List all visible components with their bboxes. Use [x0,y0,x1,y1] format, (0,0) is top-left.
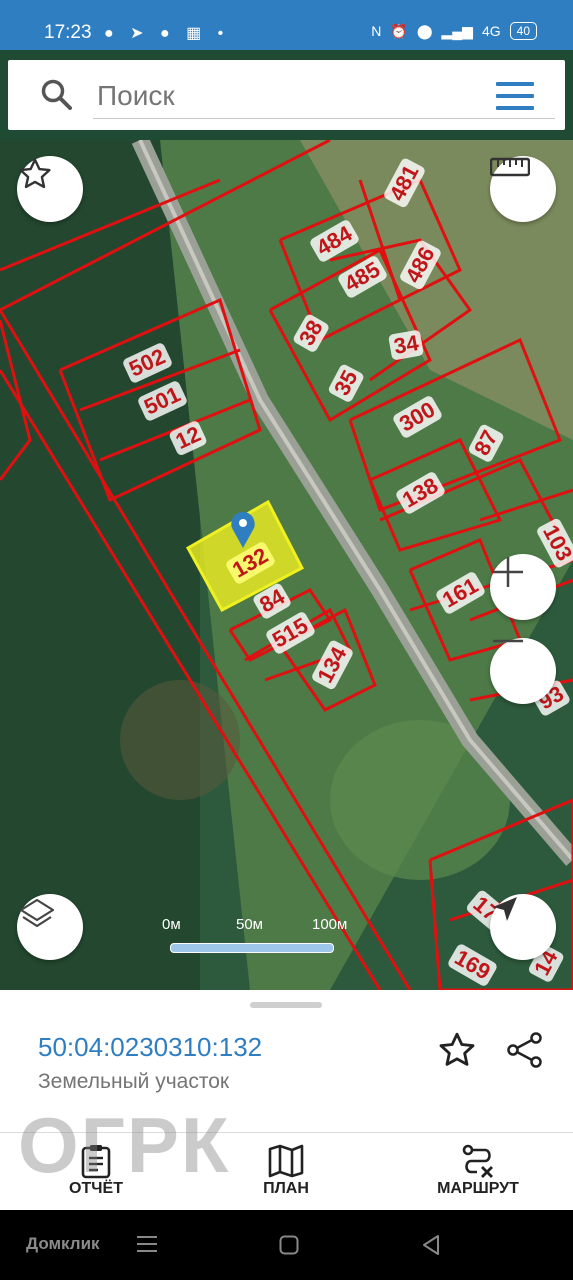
route-button[interactable]: МАРШРУТ [430,1142,526,1198]
layers-button[interactable] [17,894,83,960]
plot-label: 34 [387,329,425,361]
map-icon [268,1144,304,1178]
favorite-star-icon[interactable] [437,1030,477,1075]
location-icon: ⬤ [416,22,433,39]
plus-icon [493,557,523,587]
drag-handle[interactable] [250,1002,322,1008]
network-label: 4G [481,23,501,39]
nfc-icon: N [371,23,382,39]
ruler-button[interactable] [490,156,556,222]
menu-icon[interactable] [496,82,534,118]
domclick-watermark: Домклик [26,1234,100,1253]
route-label: МАРШРУТ [437,1180,519,1197]
map-view[interactable]: 481 484 485 486 38 34 35 502 501 12 300 … [0,140,573,990]
parcel-type: Земельный участок [38,1070,230,1093]
signal-icon: ▂▄▆ [441,22,473,39]
plan-button[interactable]: ПЛАН [240,1142,332,1198]
minus-icon [493,639,523,643]
scale-label-max: 100м [312,916,348,933]
satellite-map [0,140,573,990]
layers-icon [19,898,55,928]
search-input[interactable] [93,74,555,119]
home-icon[interactable] [279,1235,299,1260]
my-location-button[interactable] [490,894,556,960]
notification-icons: ● ➤ ● ▦ • [104,25,230,42]
clock: 17:23 [44,22,92,43]
cadastral-number: 50:04:0230310:132 [38,1032,263,1062]
search-bar [8,60,565,130]
status-bar: 17:23 ● ➤ ● ▦ • N ⏰ ⬤ ▂▄▆ 4G 40 [0,0,573,50]
share-icon[interactable] [505,1030,545,1075]
back-icon[interactable] [420,1234,442,1261]
ruler-icon [490,157,530,177]
recent-apps-icon[interactable] [136,1234,158,1259]
star-icon [19,158,51,189]
zoom-in-button[interactable] [490,554,556,620]
zoom-out-button[interactable] [490,638,556,704]
favorites-button[interactable] [17,156,83,222]
scale-label-mid: 50м [236,916,263,933]
alarm-icon: ⏰ [390,22,408,39]
scale-label-zero: 0м [162,916,181,933]
search-icon[interactable] [40,78,74,117]
system-icons: N ⏰ ⬤ ▂▄▆ 4G 40 [371,22,537,40]
scale-bar [170,943,334,953]
watermark: ОГРК [18,1101,231,1189]
map-scale: 0м 50м 100м [162,916,347,966]
route-icon [462,1144,493,1178]
plan-label: ПЛАН [263,1180,309,1197]
battery-icon: 40 [509,22,537,40]
system-nav-bar: Домклик [0,1210,573,1280]
navigation-arrow-icon [493,897,517,921]
